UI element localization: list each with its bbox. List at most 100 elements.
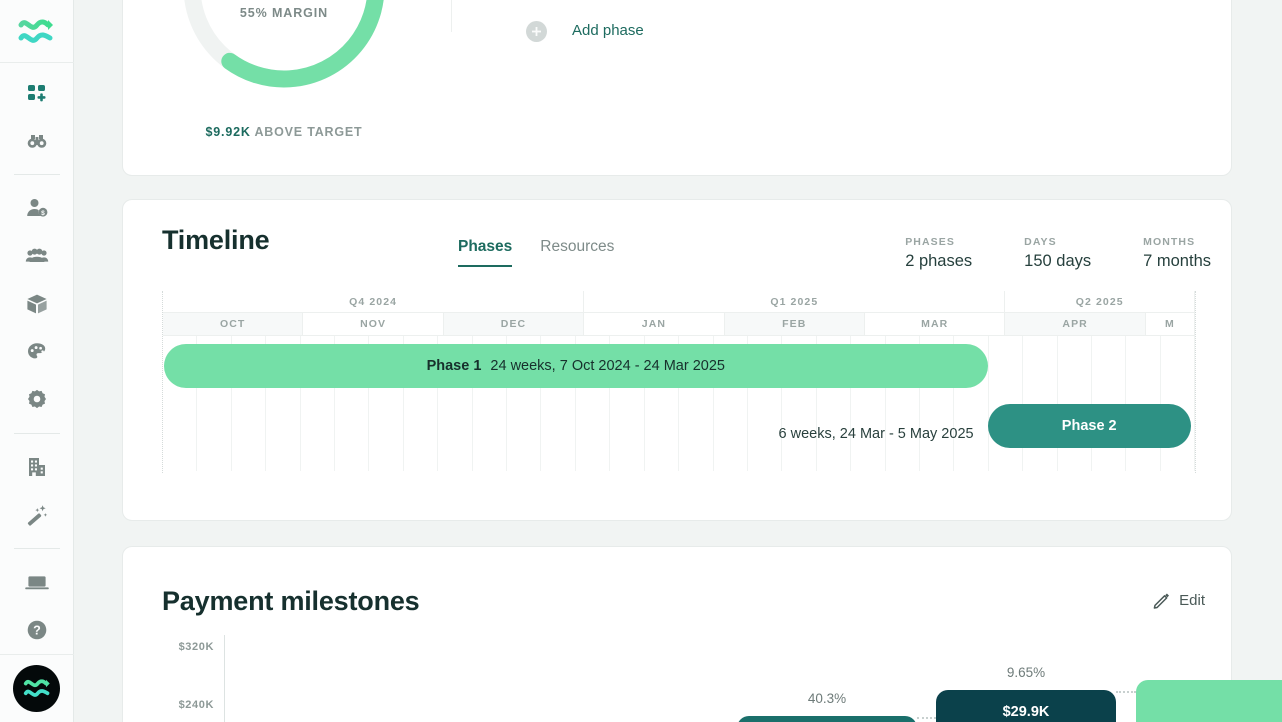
donut-subtitle: 55% MARGIN: [240, 6, 328, 20]
payment-bar-2[interactable]: $29.9K: [936, 690, 1116, 722]
tab-resources[interactable]: Resources: [540, 238, 614, 267]
payment-milestones-card: Payment milestones Edit $320K $240K 40.3%…: [122, 546, 1232, 722]
sidebar-items: $: [0, 63, 74, 654]
gantt-bar-meta: 24 weeks, 7 Oct 2024 - 24 Mar 2025: [490, 358, 725, 374]
building-icon: [25, 455, 49, 479]
sidebar-item-branding[interactable]: [0, 328, 74, 376]
avatar[interactable]: [13, 665, 60, 712]
summary-card: $310K 55% MARGIN $9.92K ABOVE TARGET: [122, 0, 1232, 176]
timeline-stats: PHASES 2 phases DAYS 150 days MONTHS 7 months: [905, 236, 1211, 271]
sidebar-item-company[interactable]: [0, 443, 74, 491]
payment-chart-y-axis: $320K $240K: [162, 635, 224, 722]
timeline-stat-months: MONTHS 7 months: [1143, 236, 1211, 271]
sidebar: $: [0, 0, 74, 722]
gantt-bar-label: Phase 2: [1062, 418, 1117, 434]
wave-avatar-icon: [22, 675, 52, 701]
payment-bar-percent-label: 9.65%: [1007, 665, 1045, 680]
sidebar-divider-3: [14, 548, 60, 549]
above-target: $9.92K ABOVE TARGET: [178, 125, 390, 139]
svg-text:?: ?: [33, 623, 41, 637]
gantt-bar-phase-2[interactable]: Phase 2: [988, 404, 1191, 448]
svg-text:$: $: [41, 210, 45, 217]
gantt-quarter-label: Q4 2024: [163, 291, 584, 312]
app-root: $: [0, 0, 1282, 722]
gantt-bar-phase-1[interactable]: Phase 1 24 weeks, 7 Oct 2024 - 24 Mar 202…: [164, 344, 988, 388]
gantt-month-label: JAN: [584, 313, 724, 335]
payment-milestones-title: Payment milestones: [162, 586, 420, 617]
main-content: $310K 55% MARGIN $9.92K ABOVE TARGET: [74, 0, 1282, 722]
gantt-month-label: M: [1146, 313, 1195, 335]
timeline-title: Timeline: [162, 225, 269, 256]
payment-bar-chart: $320K $240K 40.3% $29.9K 9.65%: [162, 635, 1196, 722]
pencil-icon: [1152, 591, 1171, 610]
question-circle-icon: ?: [25, 618, 49, 642]
above-target-amount: $9.92K: [206, 125, 251, 139]
people-icon: [25, 244, 49, 268]
gear-icon: [25, 388, 49, 412]
sidebar-item-dashboard[interactable]: [0, 69, 74, 117]
sidebar-item-automation[interactable]: [0, 491, 74, 539]
edit-label: Edit: [1179, 592, 1205, 609]
payment-bar-connector: [917, 717, 936, 719]
timeline-stat-days: DAYS 150 days: [1024, 236, 1091, 271]
sidebar-item-clients[interactable]: $: [0, 184, 74, 232]
timeline-tabs: Phases Resources: [458, 238, 614, 267]
timeline-card: Timeline Phases Resources PHASES 2 phases D…: [122, 199, 1232, 521]
margin-donut: $310K 55% MARGIN: [178, 0, 390, 93]
sidebar-item-presentation[interactable]: [0, 558, 74, 606]
timeline-stat-value: 2 phases: [905, 252, 972, 271]
tab-phases[interactable]: Phases: [458, 238, 512, 267]
box-icon: [25, 292, 49, 316]
gantt-month-label: OCT: [163, 313, 303, 335]
payment-bar-connector: [1116, 691, 1136, 693]
wave-logo-icon: [17, 14, 57, 48]
timeline-stat-value: 7 months: [1143, 252, 1211, 271]
summary-divider: [451, 0, 452, 32]
gantt-quarter-label: Q1 2025: [584, 291, 1005, 312]
payment-bar-percent-label: 40.3%: [808, 691, 846, 706]
timeline-stat-phases: PHASES 2 phases: [905, 236, 972, 271]
sidebar-item-help[interactable]: ?: [0, 606, 74, 654]
payment-chart-plot: 40.3% $29.9K 9.65%: [224, 635, 1196, 722]
timeline-stat-key: MONTHS: [1143, 236, 1211, 248]
sidebar-divider-2: [14, 433, 60, 434]
gantt-month-label: APR: [1005, 313, 1145, 335]
sidebar-footer: [0, 654, 74, 722]
gantt-bar-meta-outside: 6 weeks, 24 Mar - 5 May 2025: [779, 426, 974, 442]
gantt-bar-label: Phase 1: [427, 358, 482, 374]
app-logo[interactable]: [0, 0, 74, 63]
timeline-stat-key: DAYS: [1024, 236, 1091, 248]
payment-bar-inner-label: $29.9K: [936, 704, 1116, 720]
add-phase-button[interactable]: [526, 21, 547, 42]
grid-plus-icon: [25, 81, 49, 105]
binoculars-icon: [25, 129, 49, 153]
sidebar-item-products[interactable]: [0, 280, 74, 328]
plus-icon: [531, 26, 542, 37]
gantt-month-label: MAR: [865, 313, 1005, 335]
gantt-month-label: FEB: [725, 313, 865, 335]
gantt-month-label: NOV: [303, 313, 443, 335]
sidebar-divider-1: [14, 174, 60, 175]
payment-y-tick: $240K: [179, 699, 214, 711]
edit-milestones-button[interactable]: Edit: [1152, 591, 1205, 610]
sidebar-item-explore[interactable]: [0, 117, 74, 165]
timeline-stat-value: 150 days: [1024, 252, 1091, 271]
timeline-header: Timeline Phases Resources PHASES 2 phases D…: [123, 200, 1231, 286]
sidebar-item-settings[interactable]: [0, 376, 74, 424]
magic-wand-icon: [25, 503, 49, 527]
payment-bar-3[interactable]: [1136, 680, 1282, 722]
gantt-month-row: OCTNOVDECJANFEBMARAPRM: [163, 313, 1195, 336]
palette-icon: [25, 340, 49, 364]
timeline-stat-key: PHASES: [905, 236, 972, 248]
gantt-quarter-row: Q4 2024Q1 2025Q2 2025: [163, 291, 1195, 313]
laptop-icon: [24, 570, 50, 594]
gantt-body: Phase 1 24 weeks, 7 Oct 2024 - 24 Mar 202…: [163, 336, 1195, 471]
add-phase-label[interactable]: Add phase: [572, 22, 644, 39]
payment-y-tick: $320K: [179, 641, 214, 653]
payment-bar-1[interactable]: [737, 716, 917, 722]
sidebar-item-team[interactable]: [0, 232, 74, 280]
gantt-month-label: DEC: [444, 313, 584, 335]
gantt-chart: Q4 2024Q1 2025Q2 2025 OCTNOVDECJANFEBMAR…: [162, 291, 1196, 473]
gantt-quarter-label: Q2 2025: [1005, 291, 1195, 312]
person-dollar-icon: $: [25, 196, 49, 220]
